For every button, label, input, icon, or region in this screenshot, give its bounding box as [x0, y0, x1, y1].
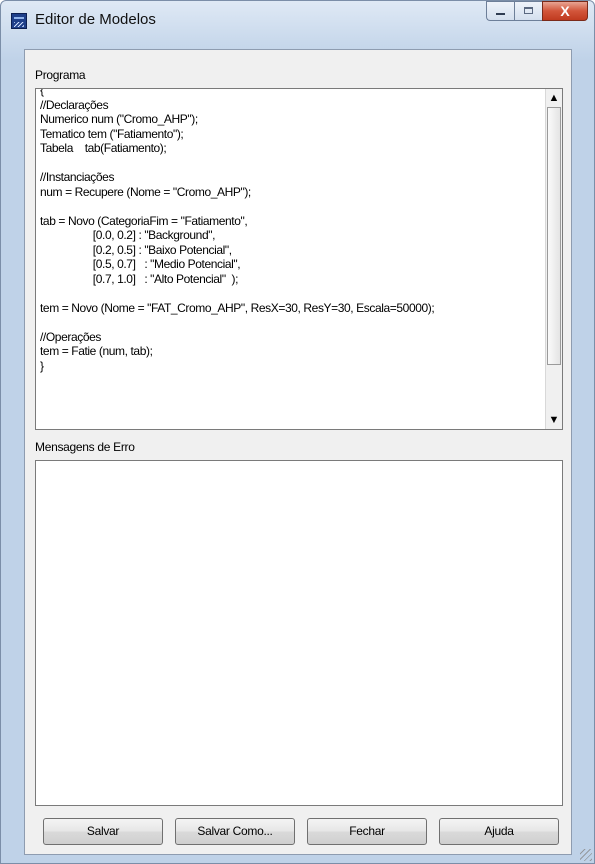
close-icon: X: [560, 3, 570, 19]
errors-label: Mensagens de Erro: [35, 440, 135, 454]
program-editor[interactable]: { //Declarações Numerico num ("Cromo_AHP…: [35, 88, 563, 430]
scroll-thumb[interactable]: [547, 107, 561, 365]
minimize-icon: [496, 13, 505, 15]
title-bar[interactable]: Editor de Modelos X: [1, 1, 594, 37]
button-row: Salvar Salvar Como... Fechar Ajuda: [43, 818, 563, 845]
help-button[interactable]: Ajuda: [439, 818, 559, 845]
program-scrollbar[interactable]: ▲ ▼: [545, 89, 562, 429]
close-button[interactable]: Fechar: [307, 818, 427, 845]
resize-grip-icon[interactable]: [580, 849, 592, 861]
error-messages-box[interactable]: [35, 460, 563, 806]
program-code[interactable]: { //Declarações Numerico num ("Cromo_AHP…: [40, 89, 540, 373]
program-label: Programa: [35, 68, 86, 82]
minimize-button[interactable]: [486, 1, 514, 21]
window-title: Editor de Modelos: [35, 11, 156, 28]
maximize-button[interactable]: [514, 1, 542, 21]
close-window-button[interactable]: X: [542, 1, 588, 21]
save-as-button[interactable]: Salvar Como...: [175, 818, 295, 845]
scroll-down-arrow-icon[interactable]: ▼: [546, 412, 562, 428]
editor-window: Editor de Modelos X Programa { //Declara…: [0, 0, 595, 864]
scroll-up-arrow-icon[interactable]: ▲: [546, 90, 562, 106]
save-button[interactable]: Salvar: [43, 818, 163, 845]
maximize-icon: [524, 7, 533, 14]
app-icon: [11, 13, 27, 29]
client-area: Programa { //Declarações Numerico num ("…: [24, 49, 572, 855]
caption-buttons: X: [486, 1, 588, 25]
